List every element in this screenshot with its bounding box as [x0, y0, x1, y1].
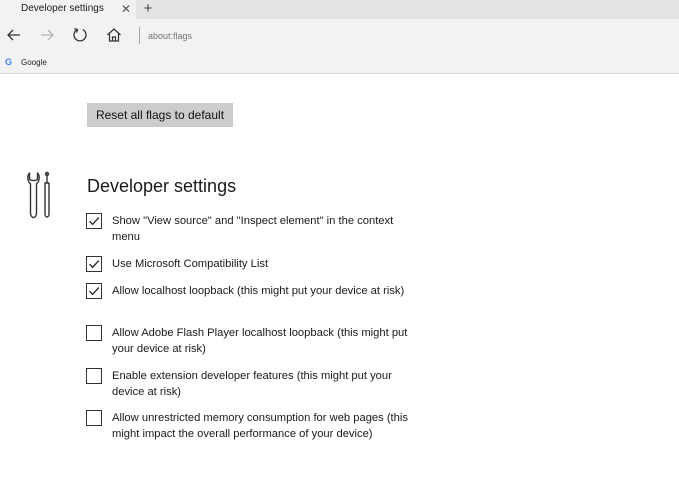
checkmark-icon: [89, 287, 100, 296]
navigation-bar: [0, 19, 679, 52]
section-heading: Developer settings: [87, 176, 237, 196]
refresh-button[interactable]: [70, 25, 90, 45]
forward-arrow-icon: [41, 29, 54, 41]
new-tab-button[interactable]: +: [140, 0, 156, 19]
checkmark-icon: [89, 260, 100, 269]
reset-all-flags-button[interactable]: Reset all flags to default: [87, 103, 233, 127]
tab-strip: Developer settings ✕ +: [0, 0, 679, 19]
flag-label: Show "View source" and "Inspect element"…: [112, 215, 394, 243]
home-button[interactable]: [104, 25, 124, 45]
address-bar-input[interactable]: [148, 28, 648, 43]
checkbox[interactable]: [86, 256, 102, 272]
refresh-icon: [73, 27, 87, 42]
flag-label: Enable extension developer features (thi…: [112, 370, 392, 398]
address-divider: [139, 27, 140, 44]
favorites-bar: G Google: [0, 52, 679, 74]
flag-label: Allow localhost loopback (this might put…: [112, 285, 405, 297]
checkbox[interactable]: [86, 325, 102, 341]
close-tab-icon[interactable]: ✕: [120, 1, 132, 17]
checkbox[interactable]: [86, 213, 102, 229]
flag-label: Allow unrestricted memory consumption fo…: [112, 412, 408, 440]
flag-label: Allow Adobe Flash Player localhost loopb…: [112, 327, 408, 355]
checkbox[interactable]: [86, 410, 102, 426]
checkbox[interactable]: [86, 368, 102, 384]
tab-title: Developer settings: [21, 3, 104, 14]
home-icon: [107, 28, 121, 42]
flag-label: Use Microsoft Compatibility List: [112, 258, 269, 270]
checkbox[interactable]: [86, 283, 102, 299]
google-icon: G: [5, 57, 13, 67]
forward-button[interactable]: [37, 25, 57, 45]
favorite-label: Google: [21, 58, 47, 67]
back-button[interactable]: [4, 25, 24, 45]
tab-developer-settings[interactable]: Developer settings ✕: [0, 0, 136, 19]
back-arrow-icon: [7, 29, 20, 41]
checkmark-icon: [89, 217, 100, 226]
developer-tools-icon: [27, 171, 50, 219]
